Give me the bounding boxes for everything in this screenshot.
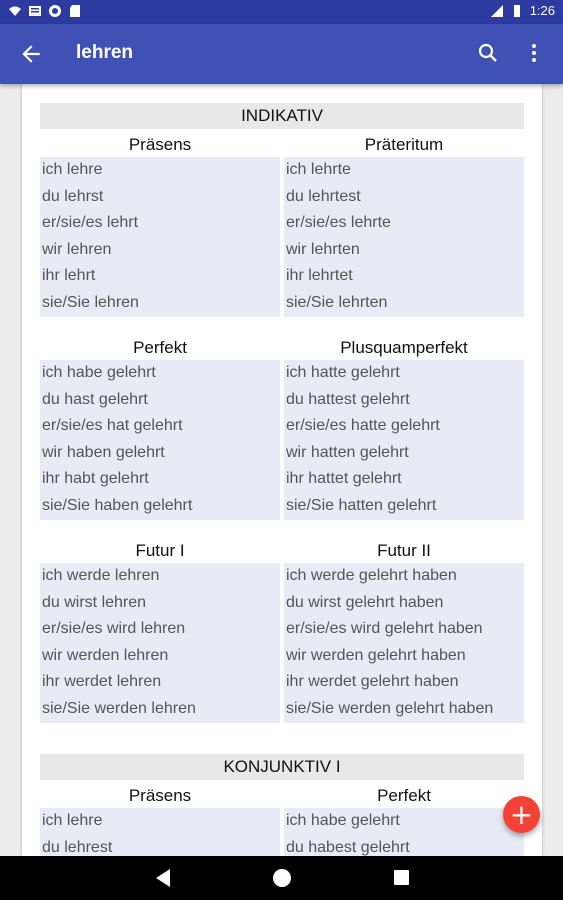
tense-futur-1: Futur I ich werde lehren du wirst lehren…	[40, 537, 280, 723]
conjugation-list: ich werde gelehrt haben du wirst gelehrt…	[284, 563, 524, 723]
conjugation-row: wir lehrten	[286, 240, 360, 258]
conjugation-row: du lehrtest	[286, 187, 361, 205]
conjugation-list: ich lehre du lehrest	[40, 808, 280, 856]
tense-plusquamperfekt: Plusquamperfekt ich hatte gelehrt du hat…	[284, 334, 524, 520]
conjugation-row: wir werden gelehrt haben	[286, 646, 466, 664]
conjugation-row: ich lehre	[42, 161, 103, 178]
conjugation-sheet[interactable]: INDIKATIV Präsens ich lehre du lehrst er…	[22, 84, 542, 856]
arrow-back-icon[interactable]	[18, 41, 44, 67]
conjugation-row: du lehrest	[42, 838, 113, 856]
conjugation-row: er/sie/es lehrt	[42, 214, 139, 232]
conjugation-row: er/sie/es hatte gelehrt	[286, 417, 440, 435]
navigation-bar	[0, 856, 563, 900]
sync-icon	[49, 5, 61, 17]
conjugation-row: sie/Sie werden lehren	[42, 699, 196, 717]
add-icon: +	[509, 798, 534, 831]
conjugation-row: ihr werdet lehren	[42, 673, 162, 691]
sd-card-icon	[70, 5, 80, 17]
conjugation-row: du hast gelehrt	[42, 390, 148, 408]
tense-heading: Futur I	[135, 541, 185, 560]
search-icon[interactable]	[476, 41, 500, 65]
battery-icon	[513, 4, 520, 17]
conjugation-row: ihr lehrt	[42, 267, 96, 285]
conjugation-row: wir haben gelehrt	[42, 443, 165, 461]
conjugation-row: ich hatte gelehrt	[286, 364, 400, 381]
tense-heading: Präsens	[128, 786, 192, 805]
tense-heading: Futur II	[377, 541, 431, 560]
conjugation-row: wir hatten gelehrt	[286, 443, 409, 461]
conjugation-row: sie/Sie lehrten	[286, 293, 388, 311]
conjugation-row: wir lehren	[42, 240, 112, 258]
tense-heading: Präteritum	[364, 135, 444, 154]
conjugation-row: ich werde gelehrt haben	[286, 567, 457, 584]
conjugation-row: du habest gelehrt	[286, 838, 410, 856]
conjugation-list: ich lehrte du lehrtest er/sie/es lehrte …	[284, 157, 524, 317]
conjugation-row: er/sie/es wird lehren	[42, 620, 186, 638]
conjugation-row: er/sie/es wird gelehrt haben	[286, 620, 483, 638]
conjugation-row: ich habe gelehrt	[286, 812, 400, 829]
app-bar: lehren	[0, 24, 563, 84]
tense-futur-2: Futur II ich werde gelehrt haben du wirs…	[284, 537, 524, 723]
conjugation-row: sie/Sie hatten gelehrt	[286, 496, 437, 514]
conjugation-row: du wirst gelehrt haben	[286, 593, 444, 611]
notification-icon	[29, 6, 41, 16]
conjugation-row: ich habe gelehrt	[42, 364, 156, 381]
conjugation-row: er/sie/es lehrte	[286, 214, 391, 232]
conjugation-list: ich werde lehren du wirst lehren er/sie/…	[40, 563, 280, 723]
conjugation-row: ich lehrte	[286, 161, 351, 178]
conjugation-row: er/sie/es hat gelehrt	[42, 417, 183, 435]
tense-praesens-konjunktiv: Präsens ich lehre du lehrest	[40, 782, 280, 856]
conjugation-row: du wirst lehren	[42, 593, 147, 611]
conjugation-list: ich lehre du lehrst er/sie/es lehrt wir …	[40, 157, 280, 317]
status-bar: 1:26	[0, 0, 563, 24]
tense-heading: Präsens	[128, 135, 192, 154]
tense-perfekt-konjunktiv: Perfekt ich habe gelehrt du habest geleh…	[284, 782, 524, 856]
conjugation-row: ihr hattet gelehrt	[286, 470, 402, 488]
nav-home-icon[interactable]	[273, 869, 291, 887]
conjugation-row: ich lehre	[42, 812, 103, 829]
tense-heading: Perfekt	[133, 338, 187, 357]
conjugation-row: wir werden lehren	[42, 646, 169, 664]
tense-heading: Perfekt	[377, 786, 431, 805]
conjugation-row: ihr werdet gelehrt haben	[286, 673, 459, 691]
nav-recents-icon[interactable]	[394, 870, 409, 885]
page-title: lehren	[76, 42, 134, 63]
status-time: 1:26	[529, 3, 555, 18]
more-vert-icon[interactable]	[522, 41, 546, 65]
tense-heading: Plusquamperfekt	[340, 338, 468, 357]
conjugation-row: ihr habt gelehrt	[42, 470, 149, 488]
add-button[interactable]: +	[503, 796, 540, 833]
conjugation-row: du lehrst	[42, 187, 104, 205]
conjugation-row: sie/Sie lehren	[42, 293, 139, 311]
nav-back-icon[interactable]	[154, 868, 172, 888]
conjugation-row: ihr lehrtet	[286, 267, 353, 285]
signal-icon	[490, 4, 503, 17]
wifi-icon	[9, 6, 21, 16]
tense-perfekt: Perfekt ich habe gelehrt du hast gelehrt…	[40, 334, 280, 520]
conjugation-list: ich habe gelehrt du hast gelehrt er/sie/…	[40, 360, 280, 520]
section-header-konjunktiv-1: KONJUNKTIV I	[40, 754, 524, 780]
conjugation-row: ich werde lehren	[42, 567, 160, 584]
section-header-indikativ: INDIKATIV	[40, 103, 524, 129]
conjugation-row: sie/Sie werden gelehrt haben	[286, 699, 494, 717]
conjugation-row: du hattest gelehrt	[286, 390, 410, 408]
tense-praesens: Präsens ich lehre du lehrst er/sie/es le…	[40, 131, 280, 317]
tense-praeteritum: Präteritum ich lehrte du lehrtest er/sie…	[284, 131, 524, 317]
conjugation-row: sie/Sie haben gelehrt	[42, 496, 193, 514]
conjugation-list: ich hatte gelehrt du hattest gelehrt er/…	[284, 360, 524, 520]
conjugation-list: ich habe gelehrt du habest gelehrt	[284, 808, 524, 856]
